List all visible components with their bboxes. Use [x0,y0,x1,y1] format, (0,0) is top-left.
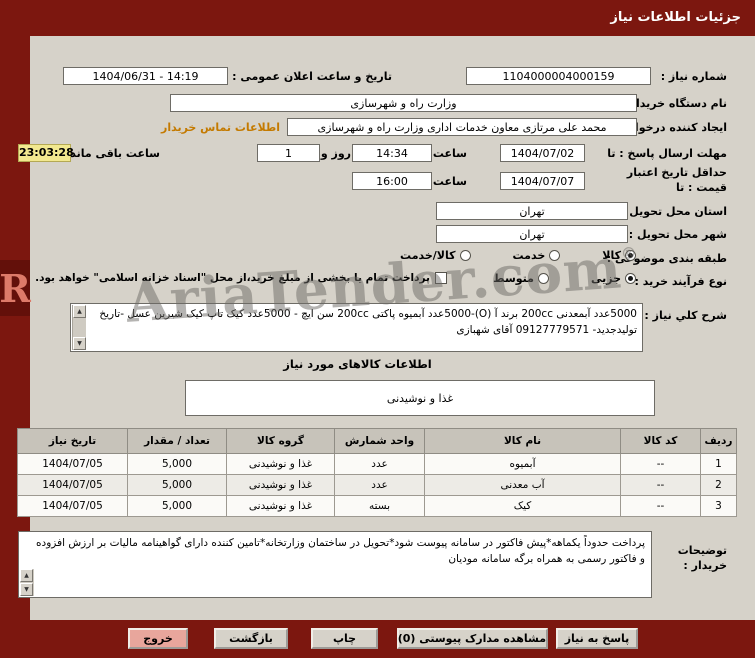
table-row: 1 -- آبمیوه عدد غذا و نوشیدنی 5,000 1404… [17,453,737,475]
deadline-hour-word: ساعت [432,147,467,160]
ariatender-logo-icon: R [0,260,31,316]
goods-group-listbox[interactable]: غذا و نوشیدنی [185,380,655,416]
announce-datetime-label: تاریخ و ساعت اعلان عمومی : [232,70,392,83]
col-row-number: ردیف [700,428,737,454]
radio-icon [459,250,471,261]
exit-button[interactable]: خروج [128,628,188,649]
validity-time-input[interactable] [352,172,432,190]
remaining-days-input[interactable] [257,144,320,162]
items-section-title: اطلاعات کالاهای مورد نیاز [283,357,432,371]
table-row: 2 -- آب معدنی عدد غذا و نوشیدنی 5,000 14… [17,474,737,496]
respond-to-need-button[interactable]: پاسخ به نیاز [556,628,638,649]
validity-hour-word: ساعت [432,175,467,188]
days-word: روز و [320,147,351,160]
notes-scrollbar[interactable]: ▲ ▼ [20,569,34,596]
deadline-time-input[interactable] [352,144,432,162]
radio-selected-icon [625,250,636,261]
buyer-org-label: نام دستگاه خریدار : [621,97,727,110]
buyer-org-input[interactable] [170,94,637,112]
category-option-goods-service[interactable]: کالا/خدمت [400,249,471,262]
buyer-notes-textarea[interactable]: پرداخت حدوداً یکماهه*پیش فاکتور در سامان… [18,531,652,598]
buyer-notes-label: توضیحات خریدار : [677,544,727,573]
validity-date-input[interactable] [500,172,585,190]
process-option-medium[interactable]: متوسط [493,272,549,285]
goods-group-value: غذا و نوشیدنی [386,391,454,405]
need-description-text: 5000عدد آبمعدنی 200cc برند آ (O)-5000عدد… [99,308,637,337]
delivery-city-input[interactable] [436,225,628,243]
need-number-input[interactable] [466,67,651,85]
table-row: 3 -- کیک بسته غذا و نوشیدنی 5,000 1404/0… [17,495,737,517]
radio-icon [549,250,561,261]
print-button[interactable]: چاپ [311,628,378,649]
announce-datetime-input[interactable] [63,67,228,85]
page-title: جزئیات اطلاعات نیاز [610,10,741,25]
view-attachments-button[interactable]: مشاهده مدارک پیوستی (0) [397,628,548,649]
category-option-service[interactable]: خدمت [513,249,561,262]
delivery-city-label: شهر محل تحویل : [628,228,727,241]
col-need-date: تاریخ نیاز [17,428,128,454]
back-button[interactable]: بازگشت [214,628,288,649]
items-table-header-row: ردیف کد کالا نام کالا واحد شمارش گروه کا… [17,428,737,454]
page-header-bar: جزئیات اطلاعات نیاز [0,0,755,36]
col-item-name: نام کالا [424,428,621,454]
treasury-note-text: پرداخت تمام یا بخشی از مبلغ خرید،از محل … [35,272,430,284]
treasury-checkbox[interactable] [435,272,447,284]
items-table: ردیف کد کالا نام کالا واحد شمارش گروه کا… [17,428,737,517]
need-description-label: شرح کلي نياز : [644,309,727,322]
description-scrollbar[interactable]: ▲ ▼ [72,305,86,350]
radio-icon [537,273,549,284]
subject-category-radio-group: کالا خدمت کالا/خدمت [400,249,636,262]
buyer-notes-text: پرداخت حدوداً یکماهه*پیش فاکتور در سامان… [36,537,645,566]
need-details-page: جزئیات اطلاعات نیاز R AriaTender.com® شم… [0,0,755,658]
col-item-code: کد کالا [620,428,701,454]
remaining-countdown: 23:03:28 [18,144,74,162]
scroll-down-icon[interactable]: ▼ [73,337,86,350]
scroll-down-icon[interactable]: ▼ [20,583,33,596]
col-count-unit: واحد شمارش [334,428,425,454]
category-option-goods[interactable]: کالا [602,249,636,262]
footer-toolbar: خروج بازگشت چاپ مشاهده مدارک پیوستی (0) … [0,620,755,658]
treasury-note-row: پرداخت تمام یا بخشی از مبلغ خرید،از محل … [35,272,447,284]
deadline-label: مهلت ارسال پاسخ : تا [607,147,727,160]
scroll-up-icon[interactable]: ▲ [73,305,86,318]
delivery-province-label: استان محل تحویل : [621,205,727,218]
process-option-minor[interactable]: جزیی [591,272,636,285]
creator-input[interactable] [287,118,637,136]
scroll-up-icon[interactable]: ▲ [20,569,33,582]
deadline-date-input[interactable] [500,144,585,162]
remaining-hours-word: ساعت باقی مانده [63,147,160,160]
purchase-process-label: نوع فرآیند خرید : [634,275,727,288]
buyer-contact-link[interactable]: اطلاعات تماس خریدار [161,121,280,134]
purchase-process-radio-group: جزیی متوسط [493,272,636,285]
col-item-group: گروه کالا [226,428,335,454]
need-description-textarea[interactable]: 5000عدد آبمعدنی 200cc برند آ (O)-5000عدد… [70,303,643,352]
col-quantity: تعداد / مقدار [127,428,227,454]
delivery-province-input[interactable] [436,202,628,220]
radio-selected-icon [625,273,636,284]
price-validity-label: حداقل تاریخ اعتبار قیمت : تا [626,166,727,195]
need-number-label: شماره نیاز : [660,70,727,83]
